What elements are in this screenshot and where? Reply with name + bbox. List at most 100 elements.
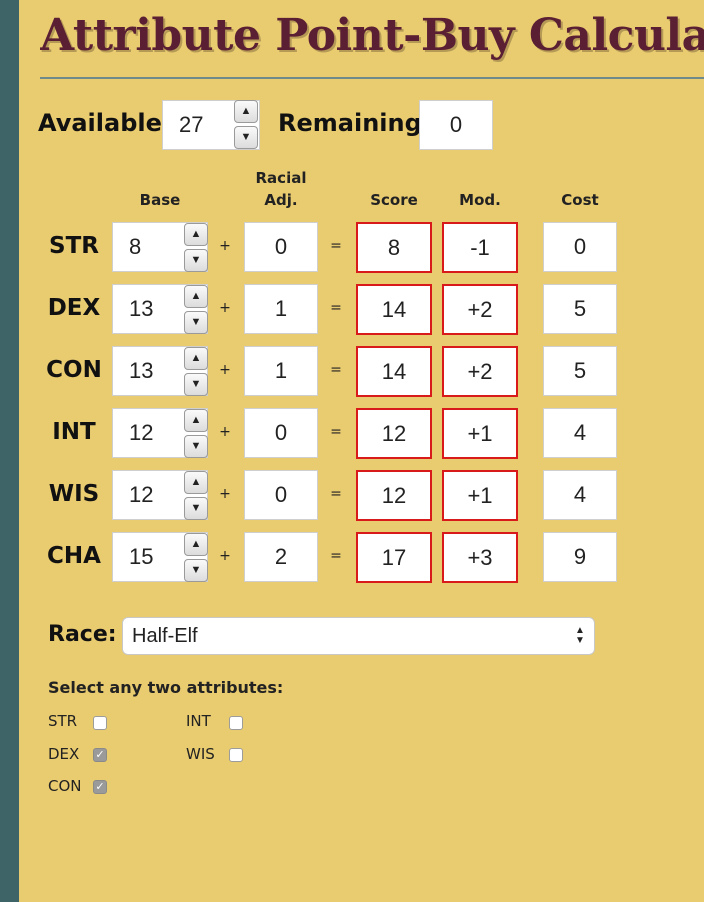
bonus-prompt: Select any two attributes: bbox=[48, 678, 284, 697]
racial-value: 0 bbox=[274, 234, 288, 259]
checkbox-label-dex: DEX bbox=[48, 745, 80, 763]
base-value: 12 bbox=[129, 420, 154, 445]
checkmark-icon: ✓ bbox=[95, 748, 105, 761]
racial-value: 1 bbox=[274, 358, 288, 383]
mod-text: +1 bbox=[467, 420, 493, 446]
racial-value: 0 bbox=[274, 482, 288, 507]
spin-up-icon[interactable]: ▲ bbox=[184, 409, 208, 432]
plus-sign: + bbox=[219, 424, 231, 440]
mod-value: +1 bbox=[442, 408, 518, 459]
column-racial-line1: Racial bbox=[255, 169, 307, 187]
score-value: 12 bbox=[356, 408, 432, 459]
score-text: 17 bbox=[381, 544, 407, 570]
checkbox-dex[interactable]: ✓ bbox=[93, 748, 107, 762]
select-arrows-icon: ▲ ▼ bbox=[575, 625, 585, 646]
race-label: Race: bbox=[48, 622, 117, 647]
score-value: 17 bbox=[356, 532, 432, 583]
plus-sign: + bbox=[219, 362, 231, 378]
checkbox-label-wis: WIS bbox=[186, 745, 215, 763]
spin-up-icon[interactable]: ▲ bbox=[184, 533, 208, 556]
spin-down-icon[interactable]: ▼ bbox=[184, 435, 208, 458]
spin-down-icon[interactable]: ▼ bbox=[184, 311, 208, 334]
base-stepper[interactable]: ▲ ▼ bbox=[184, 533, 208, 582]
spin-up-icon[interactable]: ▲ bbox=[234, 100, 258, 123]
attr-name: CHA bbox=[47, 543, 101, 569]
score-text: 12 bbox=[381, 420, 407, 446]
attr-name: INT bbox=[52, 419, 96, 445]
mod-value: +1 bbox=[442, 470, 518, 521]
spin-up-icon[interactable]: ▲ bbox=[184, 471, 208, 494]
racial-adj: 0 bbox=[244, 470, 318, 520]
title-divider bbox=[40, 77, 704, 79]
equals-sign: = bbox=[330, 300, 342, 316]
checkbox-label-str: STR bbox=[48, 712, 78, 730]
score-value: 14 bbox=[356, 346, 432, 397]
checkmark-icon: ✓ bbox=[95, 780, 105, 793]
base-stepper[interactable]: ▲ ▼ bbox=[184, 409, 208, 458]
racial-adj: 1 bbox=[244, 346, 318, 396]
checkbox-label-int: INT bbox=[186, 712, 211, 730]
spin-up-icon[interactable]: ▲ bbox=[184, 347, 208, 370]
spin-down-icon[interactable]: ▼ bbox=[184, 559, 208, 582]
attr-name: DEX bbox=[47, 295, 101, 321]
mod-text: +1 bbox=[467, 482, 493, 508]
attr-name: CON bbox=[46, 357, 102, 383]
checkbox-str[interactable] bbox=[93, 716, 107, 730]
spin-up-icon[interactable]: ▲ bbox=[184, 285, 208, 308]
cost-text: 9 bbox=[573, 544, 587, 569]
racial-value: 2 bbox=[274, 544, 288, 569]
mod-text: +2 bbox=[467, 296, 493, 322]
base-stepper[interactable]: ▲ ▼ bbox=[184, 471, 208, 520]
spin-down-icon[interactable]: ▼ bbox=[184, 497, 208, 520]
mod-value: +2 bbox=[442, 346, 518, 397]
column-cost: Cost bbox=[561, 191, 599, 209]
plus-sign: + bbox=[219, 486, 231, 502]
base-stepper[interactable]: ▲ ▼ bbox=[184, 285, 208, 334]
equals-sign: = bbox=[330, 424, 342, 440]
cost-value: 4 bbox=[543, 470, 617, 520]
base-value: 8 bbox=[129, 234, 142, 259]
mod-text: +2 bbox=[467, 358, 493, 384]
cost-text: 0 bbox=[573, 234, 587, 259]
mod-text: -1 bbox=[470, 234, 490, 260]
racial-value: 0 bbox=[274, 420, 288, 445]
available-stepper[interactable]: ▲ ▼ bbox=[234, 100, 258, 149]
column-mod: Mod. bbox=[459, 191, 501, 209]
spin-down-icon[interactable]: ▼ bbox=[184, 373, 208, 396]
checkbox-con[interactable]: ✓ bbox=[93, 780, 107, 794]
plus-sign: + bbox=[219, 300, 231, 316]
cost-value: 5 bbox=[543, 284, 617, 334]
racial-value: 1 bbox=[274, 296, 288, 321]
side-strip bbox=[0, 0, 19, 902]
spin-down-icon[interactable]: ▼ bbox=[184, 249, 208, 272]
plus-sign: + bbox=[219, 238, 231, 254]
cost-text: 4 bbox=[573, 420, 587, 445]
remaining-value-text: 0 bbox=[449, 112, 463, 137]
remaining-label: Remaining: bbox=[278, 109, 432, 137]
equals-sign: = bbox=[330, 486, 342, 502]
cost-value: 4 bbox=[543, 408, 617, 458]
score-text: 12 bbox=[381, 482, 407, 508]
checkbox-int[interactable] bbox=[229, 716, 243, 730]
cost-text: 5 bbox=[573, 296, 587, 321]
base-stepper[interactable]: ▲ ▼ bbox=[184, 347, 208, 396]
checkbox-wis[interactable] bbox=[229, 748, 243, 762]
mod-text: +3 bbox=[467, 544, 493, 570]
cost-value: 5 bbox=[543, 346, 617, 396]
mod-value: +3 bbox=[442, 532, 518, 583]
equals-sign: = bbox=[330, 548, 342, 564]
base-value: 13 bbox=[129, 358, 154, 383]
column-score: Score bbox=[370, 191, 418, 209]
cost-text: 4 bbox=[573, 482, 587, 507]
base-value: 12 bbox=[129, 482, 154, 507]
spin-down-icon[interactable]: ▼ bbox=[234, 126, 258, 149]
cost-text: 5 bbox=[573, 358, 587, 383]
score-value: 12 bbox=[356, 470, 432, 521]
available-value: 27 bbox=[179, 112, 204, 137]
cost-value: 9 bbox=[543, 532, 617, 582]
spin-up-icon[interactable]: ▲ bbox=[184, 223, 208, 246]
score-text: 8 bbox=[387, 234, 401, 260]
race-select[interactable]: Half-Elf ▲ ▼ bbox=[122, 617, 595, 655]
base-stepper[interactable]: ▲ ▼ bbox=[184, 223, 208, 272]
score-value: 14 bbox=[356, 284, 432, 335]
